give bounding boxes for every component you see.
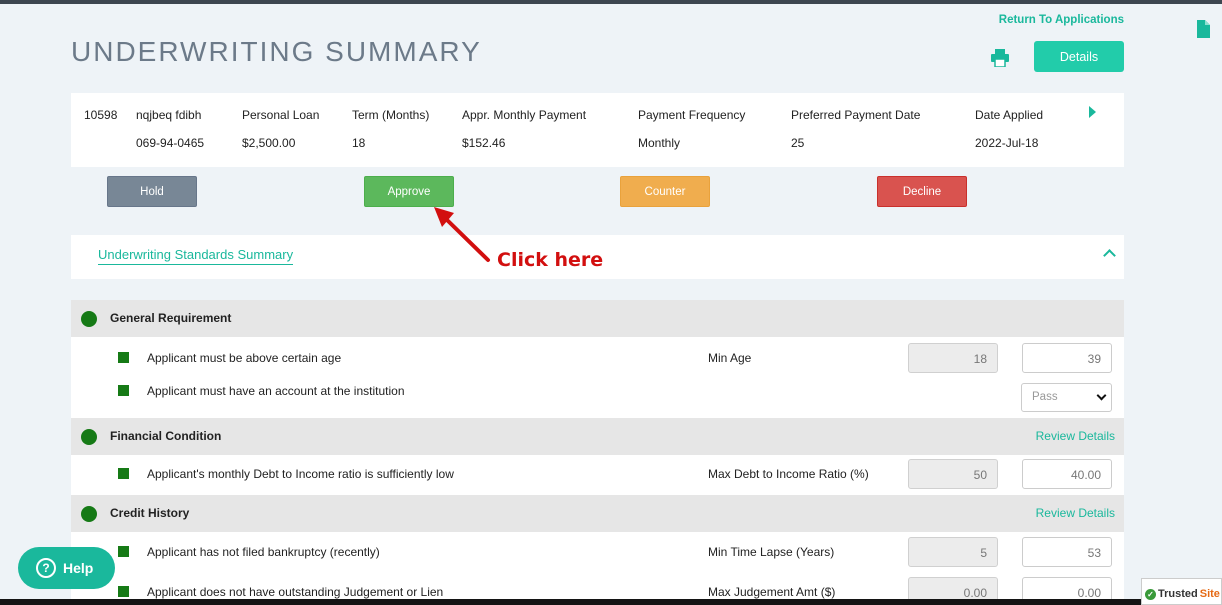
term-label: Term (Months) — [352, 108, 430, 122]
section-title: Financial Condition — [110, 429, 222, 443]
underwriting-standards-summary-link[interactable]: Underwriting Standards Summary — [98, 247, 294, 265]
pass-square-icon — [118, 586, 129, 597]
section-rows: Applicant's monthly Debt to Income ratio… — [71, 455, 1124, 495]
requirement-text: Applicant has not filed bankruptcy (rece… — [147, 545, 380, 559]
chevron-down-icon — [1096, 390, 1107, 401]
trusted-label: Trusted — [1158, 588, 1198, 600]
applicant-value-input[interactable]: 39 — [1022, 343, 1112, 373]
site-label: Site — [1199, 588, 1220, 600]
section-title: General Requirement — [110, 311, 232, 325]
preferred-payment-date-value: 25 — [791, 136, 805, 150]
date-applied-label: Date Applied — [975, 108, 1044, 122]
section-title: Credit History — [110, 506, 190, 520]
section-financial-condition: Financial Condition Review Details — [71, 418, 1124, 455]
page-title: UNDERWRITING SUMMARY — [71, 36, 482, 67]
loan-amount-value: $2,500.00 — [242, 136, 296, 150]
pass-square-icon — [118, 468, 129, 479]
approve-button[interactable]: Approve — [364, 176, 454, 207]
trusted-site-badge[interactable]: ✓ Trusted Site — [1141, 578, 1222, 605]
section-general-requirement: General Requirement — [71, 300, 1124, 337]
expand-arrow-icon[interactable] — [1089, 106, 1096, 118]
review-details-link[interactable]: Review Details — [1036, 506, 1115, 520]
standard-value-field: 50 — [908, 459, 998, 489]
applicant-name: nqjbeq fdibh — [136, 108, 202, 122]
details-button[interactable]: Details — [1034, 41, 1124, 72]
section-rows: Applicant has not filed bankruptcy (rece… — [71, 532, 1124, 605]
status-dot-icon — [81, 506, 97, 522]
hold-button[interactable]: Hold — [107, 176, 197, 207]
standard-value-field: 18 — [908, 343, 998, 373]
decline-button[interactable]: Decline — [877, 176, 967, 207]
applicant-value-input[interactable]: 53 — [1022, 537, 1112, 567]
date-applied-value: 2022-Jul-18 — [975, 136, 1039, 150]
applicant-value-input[interactable]: 40.00 — [1022, 459, 1112, 489]
pass-select[interactable]: Pass — [1021, 383, 1112, 412]
application-id-link[interactable]: 10598 — [84, 108, 117, 122]
metric-label: Max Judgement Amt ($) — [708, 585, 836, 599]
document-icon[interactable] — [1196, 20, 1210, 38]
counter-button[interactable]: Counter — [620, 176, 710, 207]
metric-label: Max Debt to Income Ratio (%) — [708, 467, 869, 481]
preferred-payment-date-label: Preferred Payment Date — [791, 108, 921, 122]
term-value: 18 — [352, 136, 366, 150]
pass-square-icon — [118, 546, 129, 557]
help-label: Help — [63, 560, 94, 576]
pass-square-icon — [118, 352, 129, 363]
question-mark-icon: ? — [36, 558, 56, 578]
select-value: Pass — [1032, 391, 1058, 403]
top-window-bar — [0, 0, 1222, 4]
requirement-text: Applicant's monthly Debt to Income ratio… — [147, 467, 454, 481]
status-dot-icon — [81, 429, 97, 445]
requirement-text: Applicant does not have outstanding Judg… — [147, 585, 444, 599]
payment-frequency-label: Payment Frequency — [638, 108, 746, 122]
click-here-annotation: Click here — [497, 249, 604, 271]
bottom-overlay-strip — [0, 599, 1141, 605]
help-button[interactable]: ? Help — [18, 547, 115, 589]
standard-value-field: 5 — [908, 537, 998, 567]
chevron-up-icon[interactable] — [1103, 249, 1116, 262]
metric-label: Min Age — [708, 351, 752, 365]
annotation-arrow-icon — [434, 207, 490, 262]
return-to-applications-link[interactable]: Return To Applications — [999, 14, 1124, 26]
checkmark-icon: ✓ — [1145, 588, 1156, 600]
monthly-payment-label: Appr. Monthly Payment — [462, 108, 587, 122]
review-details-link[interactable]: Review Details — [1036, 429, 1115, 443]
monthly-payment-value: $152.46 — [462, 136, 506, 150]
section-credit-history: Credit History Review Details — [71, 495, 1124, 532]
requirement-text: Applicant must have an account at the in… — [147, 384, 405, 398]
requirement-text: Applicant must be above certain age — [147, 351, 342, 365]
loan-type-label: Personal Loan — [242, 108, 320, 122]
status-dot-icon — [81, 311, 97, 327]
payment-frequency-value: Monthly — [638, 136, 681, 150]
applicant-ssn: 069-94-0465 — [136, 136, 205, 150]
pass-square-icon — [118, 385, 129, 396]
print-icon[interactable] — [990, 49, 1010, 67]
section-rows: Applicant must be above certain age Min … — [71, 337, 1124, 418]
application-summary-card: 10598 nqjbeq fdibh 069-94-0465 Personal … — [71, 93, 1124, 167]
metric-label: Min Time Lapse (Years) — [708, 545, 835, 559]
